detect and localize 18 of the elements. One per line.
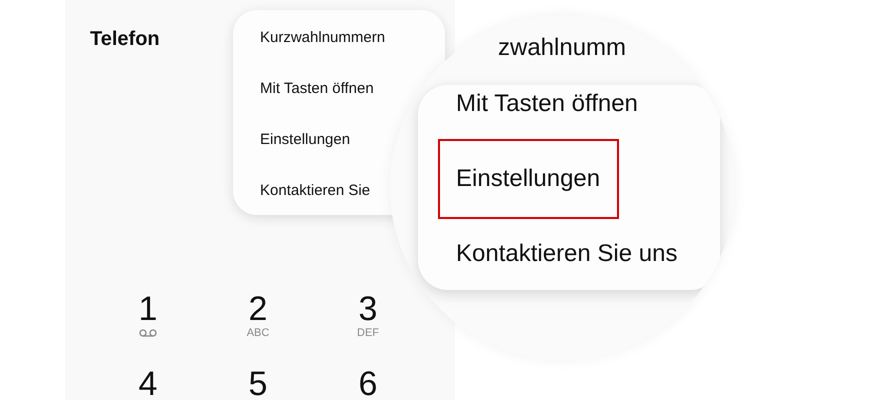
menu-item-text: zwahlnumm — [498, 33, 626, 63]
key-letters: DEF — [357, 327, 379, 339]
menu-item[interactable]: Mit Tasten öffnen — [418, 89, 638, 119]
menu-item[interactable]: Kontaktieren Sie — [260, 180, 370, 201]
menu-item[interactable]: Einstellungen — [260, 129, 350, 150]
key-digit[interactable]: 6 — [358, 366, 378, 400]
screen-title: Telefon — [90, 28, 160, 51]
key-digit[interactable]: 5 — [248, 366, 268, 400]
menu-item[interactable]: Einstellungen — [438, 139, 620, 219]
key-letters: ABC — [246, 327, 270, 339]
key-digit[interactable]: 1 — [138, 291, 158, 327]
key-digit[interactable]: 3 — [358, 291, 378, 327]
key-digit[interactable]: 2 — [248, 291, 268, 327]
menu-item[interactable]: Kontaktieren Sie uns — [418, 239, 678, 269]
menu-item[interactable]: Mit Tasten öffnen — [260, 78, 374, 99]
menu-item[interactable]: Kurzwahlnummern — [260, 27, 386, 48]
key-digit[interactable]: 4 — [138, 366, 158, 400]
voicemail-icon — [139, 329, 157, 337]
